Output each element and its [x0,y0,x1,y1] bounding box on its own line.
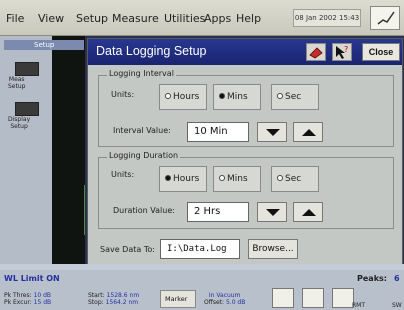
logging-interval-group: Logging Interval Units: Hours Mins Sec I… [98,69,394,147]
interval-sec-radio[interactable]: Sec [271,84,319,110]
logging-duration-group: Logging Duration Units: Hours Mins Sec D… [98,151,394,229]
duration-value-field[interactable]: 2 Hrs [187,202,249,222]
radio-dot-icon [277,175,283,181]
interval-increment-button[interactable] [293,122,323,142]
arrow-up-icon [302,209,316,216]
radio-dot-icon [165,93,171,99]
radio-dot-icon [219,175,225,181]
interval-hours-radio[interactable]: Hours [159,84,207,110]
dialog-titlebar: Data Logging Setup ? Close [88,39,402,65]
peaks-value: 6 [394,274,400,283]
table-icon[interactable] [332,288,354,308]
interval-value-field[interactable]: 10 Min [187,122,249,142]
wavelength-range: Start: 1528.6 nm Stop: 1564.2 nm [88,292,140,306]
trace-icon-button[interactable] [370,6,400,30]
duration-hours-radio[interactable]: Hours [159,166,207,192]
display-setup-button[interactable]: Display Setup [8,102,46,130]
menu-measure[interactable]: Measure [112,12,159,25]
menu-setup[interactable]: Setup [76,12,108,25]
duration-units-label: Units: [111,170,135,179]
menu-view[interactable]: View [38,12,64,25]
remote-status: RMT [352,302,366,309]
left-panel: Setup Meas Setup Display Setup [0,36,84,270]
close-button[interactable]: Close [362,43,400,61]
interval-value-label: Interval Value: [113,126,171,135]
interval-decrement-button[interactable] [257,122,287,142]
save-path-field[interactable]: I:\Data.Log [160,239,240,259]
meas-setup-icon [15,62,39,76]
waveform-icon[interactable] [302,288,324,308]
browse-button[interactable]: Browse... [248,239,298,259]
menu-file[interactable]: File [6,12,24,25]
duration-sec-radio[interactable]: Sec [271,166,319,192]
interval-mins-radio[interactable]: Mins [213,84,261,110]
svg-text:?: ? [344,45,348,54]
duration-mins-radio[interactable]: Mins [213,166,261,192]
display-setup-icon [15,102,39,116]
marker-button[interactable]: Marker [160,290,196,308]
trace-icon [377,11,395,25]
menu-help[interactable]: Help [236,12,261,25]
arrow-up-icon [302,129,316,136]
vacuum-offset: In Vacuum Offset: 5.0 dB [204,292,246,306]
meas-setup-button[interactable]: Meas Setup [8,62,46,90]
arrow-down-icon [266,209,280,216]
datetime-display: 08 Jan 2002 15:43 [293,9,361,27]
help-icon[interactable]: ? [332,43,352,61]
data-logging-dialog: Data Logging Setup ? Close Logging Inter… [87,38,403,266]
dialog-title: Data Logging Setup [96,44,207,58]
logging-interval-label: Logging Interval [107,69,176,78]
peaks-label: Peaks: [357,274,387,283]
menu-bar: File View Setup Measure Utilities Apps H… [0,0,404,36]
arrow-down-icon [266,129,280,136]
radio-dot-selected-icon [219,93,225,99]
save-data-label: Save Data To: [100,245,155,254]
interval-units-label: Units: [111,90,135,99]
sw-status: SW [392,302,402,309]
setup-tab[interactable]: Setup [4,40,84,50]
duration-value-label: Duration Value: [113,206,175,215]
duration-increment-button[interactable] [293,202,323,222]
meas-setup-label: Meas Setup [8,76,26,90]
duration-decrement-button[interactable] [257,202,287,222]
display-setup-label: Display Setup [8,116,31,130]
wl-limit-status: WL Limit ON [4,274,60,283]
logging-duration-label: Logging Duration [107,151,181,160]
radio-dot-icon [277,93,283,99]
menu-utilities[interactable]: Utilities [164,12,205,25]
peak-settings: Pk Thres: 10 dB Pk Excur: 15 dB [4,292,52,306]
radio-dot-selected-icon [165,175,171,181]
trace-mode-icon[interactable] [272,288,294,308]
eraser-icon[interactable] [306,43,326,61]
menu-apps[interactable]: Apps [204,12,231,25]
